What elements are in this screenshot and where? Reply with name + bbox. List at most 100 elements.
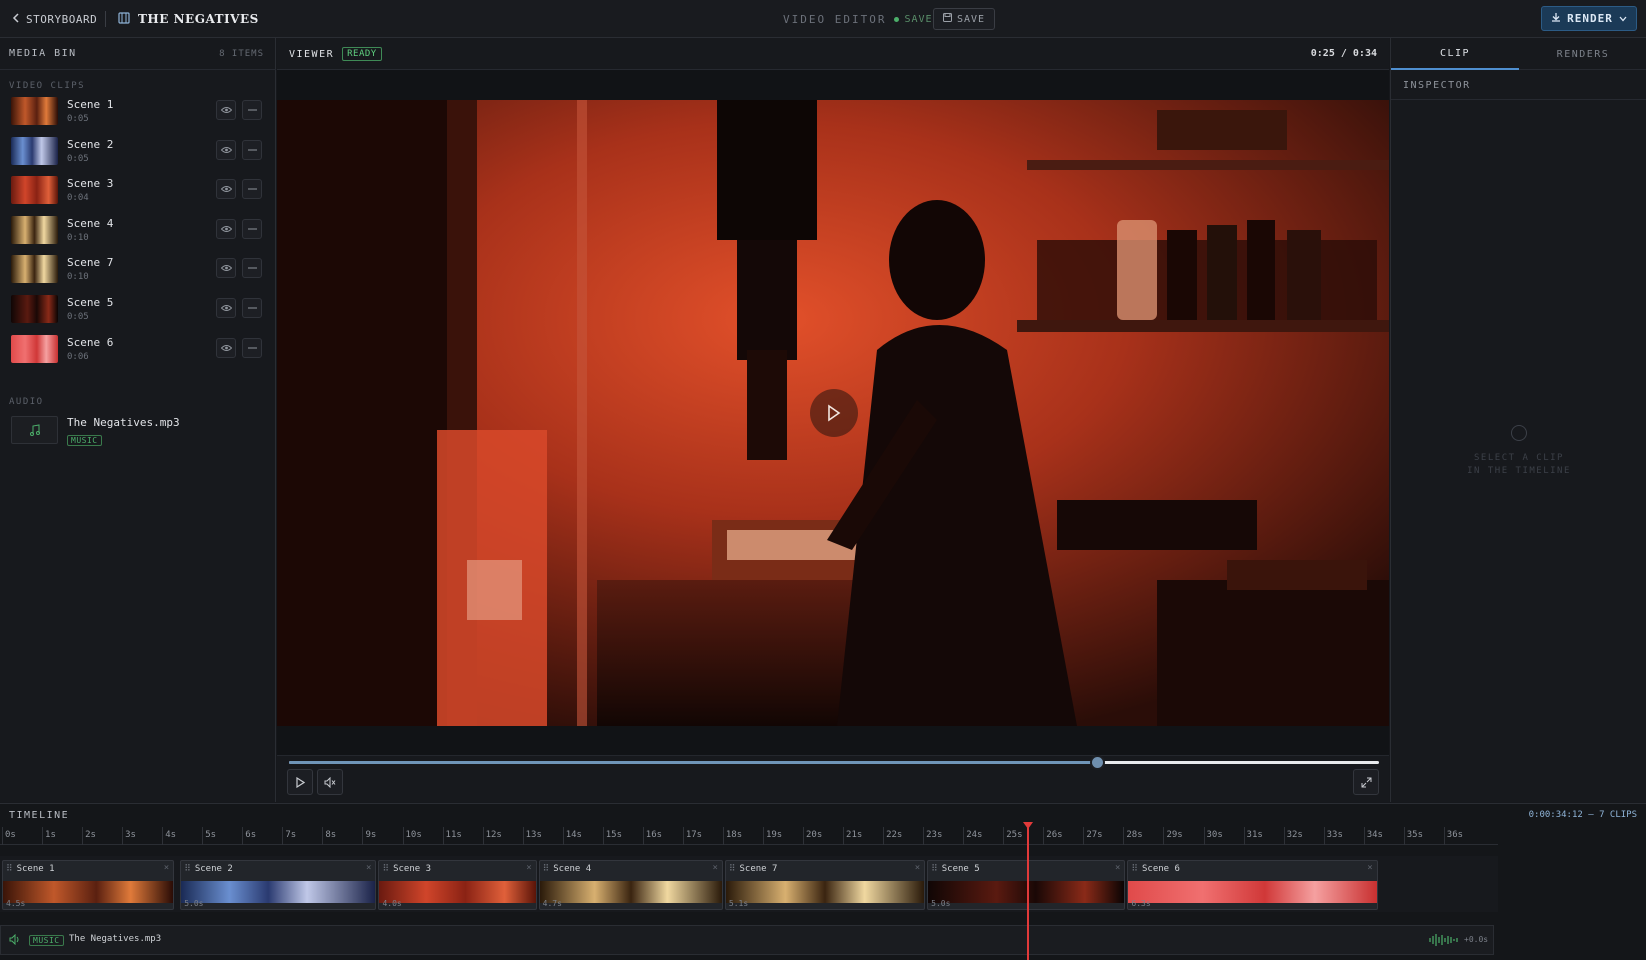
clip-duration: 0:05 (67, 114, 89, 124)
back-to-storyboard-button[interactable]: STORYBOARD (12, 10, 97, 28)
preview-button[interactable] (216, 258, 236, 279)
media-clip-item[interactable]: Scene 6 0:06 (0, 331, 276, 371)
timeline-clip-label: ⠿ Scene 7 (729, 864, 778, 874)
drag-handle-icon[interactable]: ⠿ (543, 864, 550, 874)
viewer-title-text: VIEWER (289, 48, 335, 60)
speaker-muted-icon (324, 776, 336, 788)
timeline-clip[interactable]: ⠿ Scene 6 × 6.3s (1127, 860, 1378, 910)
timeline-clip[interactable]: ⠿ Scene 5 × 5.0s (927, 860, 1126, 910)
preview-button[interactable] (216, 100, 236, 120)
clip-name: Scene 1 (67, 98, 114, 111)
save-button[interactable]: SAVE (933, 8, 996, 30)
timeline-clip-name: Scene 3 (393, 864, 431, 874)
clip-name: Scene 3 (67, 177, 114, 191)
preview-button[interactable] (216, 139, 236, 160)
drag-handle-icon[interactable]: ⠿ (382, 864, 389, 874)
media-clip-item[interactable]: Scene 5 0:05 (0, 291, 276, 331)
close-icon[interactable]: × (366, 863, 371, 873)
media-clip-item[interactable]: Scene 2 0:05 (0, 133, 276, 173)
fullscreen-button[interactable] (1353, 769, 1379, 795)
ruler-tick-label: 5s (205, 830, 217, 840)
media-clip-item[interactable]: Scene 1 0:05 (0, 93, 276, 133)
media-clip-item[interactable]: Scene 7 0:10 (0, 251, 276, 291)
media-bin-header: MEDIA BIN 8 ITEMS (0, 38, 276, 70)
timeline-clip[interactable]: ⠿ Scene 7 × 5.1s (724, 860, 926, 910)
preview-button[interactable] (216, 298, 236, 318)
chevron-down-icon[interactable] (1619, 12, 1627, 25)
timeline-clip-label: ⠿ Scene 4 (543, 864, 592, 874)
close-icon[interactable]: × (1367, 863, 1372, 873)
viewer-panel: VIEWER READY 0:25 / 0:34 (277, 38, 1389, 802)
timeline-clip[interactable]: ⠿ Scene 3 × 4.0s (378, 860, 537, 910)
timeline-clip[interactable]: ⠿ Scene 4 × 4.7s (538, 860, 723, 910)
timeline-clip[interactable]: ⠿ Scene 2 × 5.0s (180, 860, 377, 910)
clip-filmstrip (928, 881, 1125, 903)
timeline-clip-label: ⠿ Scene 3 (382, 864, 431, 874)
media-clip-item[interactable]: Scene 4 0:10 (0, 212, 276, 252)
tab-clip[interactable]: CLIP (1391, 38, 1519, 70)
drag-handle-icon[interactable]: ⠿ (6, 864, 13, 874)
remove-button[interactable] (242, 139, 262, 160)
clip-name: Scene 7 (67, 256, 114, 270)
timeline-clip-name: Scene 6 (1141, 864, 1180, 874)
remove-button[interactable] (242, 337, 262, 358)
minus-icon (247, 267, 257, 269)
scrubber-track[interactable] (289, 761, 1379, 764)
remove-button[interactable] (242, 258, 262, 279)
ruler-tick-label: 14s (565, 830, 582, 840)
clip-thumbnail (11, 176, 58, 205)
ruler-tick-label: 27s (1086, 830, 1103, 840)
ruler-tick: 30s (1203, 827, 1223, 845)
timeline-clip-duration: 4.5s (6, 899, 26, 908)
close-icon[interactable]: × (915, 863, 920, 873)
close-icon[interactable]: × (526, 863, 531, 873)
timeline-clip-duration: 5.1s (728, 899, 749, 908)
ruler-tick-label: 19s (765, 830, 783, 840)
ruler-tick-label: 24s (966, 830, 983, 840)
speaker-icon[interactable] (9, 933, 21, 948)
inspector-tabs: CLIP RENDERS (1391, 38, 1646, 70)
preview-button[interactable] (216, 337, 236, 358)
drag-handle-icon[interactable]: ⠿ (1131, 864, 1138, 874)
ruler-tick: 0s (2, 827, 16, 845)
ruler-tick-label: 35s (1406, 830, 1424, 840)
audio-item[interactable]: The Negatives.mp3 MUSIC (0, 412, 276, 452)
drag-handle-icon[interactable]: ⠿ (184, 864, 191, 874)
preview-button[interactable] (216, 218, 236, 239)
divider (105, 11, 106, 27)
media-clip-item[interactable]: Scene 3 0:04 (0, 172, 276, 212)
remove-button[interactable] (242, 179, 262, 200)
render-button[interactable]: RENDER (1541, 6, 1637, 31)
time-ruler[interactable]: 0s 1s 2s 3s 4s 5s 6s 7s 8s 9s 10s 11s 12s 13s 14s 15s 16… (0, 827, 1498, 845)
eye-icon (220, 305, 232, 311)
eye-icon (220, 225, 232, 232)
close-icon[interactable]: × (712, 863, 717, 873)
scrubber-handle[interactable] (1089, 755, 1105, 770)
close-icon[interactable]: × (1115, 863, 1120, 873)
clip-filmstrip (539, 881, 722, 903)
audio-track[interactable]: MUSIC The Negatives.mp3 +0.0s (0, 925, 1494, 955)
mute-button[interactable] (317, 769, 343, 795)
play-button[interactable] (287, 769, 313, 795)
timeline-clip[interactable]: ⠿ Scene 1 × 4.5s (2, 860, 175, 910)
ruler-tick-label: 23s (926, 830, 943, 840)
inspector-title: INSPECTOR (1403, 80, 1471, 91)
playhead[interactable] (1027, 824, 1030, 960)
drag-handle-icon[interactable]: ⠿ (931, 864, 938, 874)
ruler-tick: 32s (1283, 827, 1303, 845)
close-icon[interactable]: × (164, 863, 169, 873)
remove-button[interactable] (242, 218, 262, 239)
remove-button[interactable] (242, 298, 262, 318)
play-overlay-button[interactable] (810, 389, 858, 437)
timeline-clip-duration: 5.0s (931, 899, 951, 908)
preview-button[interactable] (216, 179, 236, 200)
timeline-clip-duration: 4.0s (382, 899, 402, 908)
remove-button[interactable] (242, 100, 262, 120)
audio-track-badge: MUSIC (29, 935, 64, 946)
expand-icon (1361, 777, 1371, 787)
ruler-tick-label: 36s (1446, 830, 1464, 840)
ruler-tick-label: 1s (45, 830, 56, 840)
tab-renders[interactable]: RENDERS (1519, 38, 1646, 70)
ruler-tick: 35s (1403, 827, 1423, 845)
drag-handle-icon[interactable]: ⠿ (729, 864, 736, 874)
